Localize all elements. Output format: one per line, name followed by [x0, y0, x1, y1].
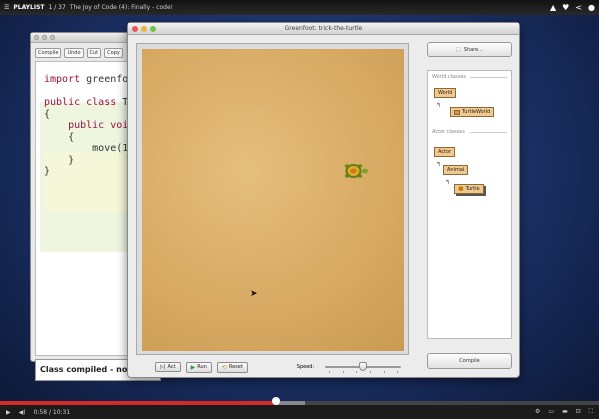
class-animal[interactable]: Animal — [443, 165, 469, 175]
section-divider — [470, 77, 507, 78]
slider-tick — [369, 371, 371, 373]
code-text: } — [44, 166, 51, 177]
cut-button[interactable]: Cut — [86, 48, 102, 58]
time-display: 0:58 / 10:31 — [33, 408, 71, 416]
code-text: move(1) — [44, 143, 135, 154]
share-label: Share... — [463, 46, 483, 53]
code-text: } — [44, 154, 75, 166]
turtle-actor[interactable] — [342, 161, 368, 181]
heart-icon[interactable]: ♥ — [562, 3, 569, 12]
code-keyword: public void — [44, 120, 135, 131]
compile-button[interactable]: Compile — [427, 353, 512, 369]
inheritance-arrow-icon: ↰ — [436, 102, 442, 109]
mouse-cursor-icon: ➤ — [250, 289, 258, 299]
thumbs-up-icon[interactable]: ▲ — [550, 3, 556, 12]
step-icon: ▷| — [160, 364, 166, 370]
world-image-icon — [454, 109, 460, 115]
slider-tick — [383, 371, 385, 373]
inheritance-arrow-icon: ↰ — [436, 161, 442, 168]
class-turtle-label: Turtle — [465, 186, 480, 192]
world-classes-label: World classes — [432, 74, 467, 80]
window-zoom-icon[interactable] — [50, 35, 55, 40]
class-turtle[interactable]: ⬤ Turtle — [454, 184, 484, 194]
slider-tick — [342, 371, 344, 373]
fullscreen-icon[interactable]: ⛶ — [589, 408, 593, 416]
slider-tick — [329, 371, 331, 373]
theater-icon[interactable]: ▬ — [562, 408, 568, 416]
class-browser: World classes World ↰ TurtleWorld Actor … — [427, 70, 512, 339]
reset-label: Reset — [228, 364, 243, 370]
share-icon[interactable]: < — [575, 3, 582, 12]
gear-icon[interactable]: ⚙ — [535, 408, 540, 416]
volume-icon[interactable]: ◀) — [19, 409, 26, 416]
inheritance-arrow-icon: ↰ — [445, 179, 451, 186]
greenfoot-titlebar[interactable]: Greenfoot: trick-the-turtle — [128, 23, 519, 35]
undo-button[interactable]: Undo — [64, 48, 84, 58]
execution-controls: ▷| Act ▶ Run ⟲ Reset Speed: — [136, 359, 409, 375]
code-text: { — [44, 131, 75, 143]
subtitles-icon[interactable]: ▭ — [548, 408, 554, 416]
playlist-label[interactable]: PLAYLIST — [13, 4, 44, 11]
playlist-icon[interactable]: ☰ — [4, 4, 9, 11]
act-label: Act — [167, 364, 176, 370]
copy-button[interactable]: Copy — [104, 48, 123, 58]
share-button[interactable]: ⬚ Share... — [427, 42, 512, 57]
progress-scrubber[interactable] — [271, 397, 280, 405]
code-keyword: import — [44, 74, 81, 85]
window-close-icon[interactable] — [34, 35, 39, 40]
code-keyword: public class — [44, 97, 117, 108]
video-top-bar: ☰ PLAYLIST 1 / 37 The Joy of Code (4): F… — [0, 0, 599, 15]
class-turtleworld[interactable]: TurtleWorld — [450, 107, 495, 117]
greenfoot-window[interactable]: Greenfoot: trick-the-turtle ➤ ▷| Act ▶ R… — [127, 22, 520, 378]
speed-slider-thumb[interactable] — [359, 362, 368, 371]
video-title[interactable]: The Joy of Code (4): Finally - code! — [70, 4, 173, 11]
reset-button[interactable]: ⟲ Reset — [216, 361, 248, 373]
speed-label: Speed: — [296, 364, 315, 370]
compile-editor-button[interactable]: Compile — [35, 48, 62, 58]
slider-tick — [397, 371, 399, 373]
window-title: Greenfoot: trick-the-turtle — [284, 25, 363, 32]
class-actor[interactable]: Actor — [434, 147, 456, 157]
reset-icon: ⟲ — [221, 363, 227, 371]
cast-icon[interactable]: ⊡ — [576, 408, 581, 416]
info-icon[interactable]: ● — [588, 3, 595, 12]
section-divider — [470, 132, 507, 133]
speed-slider[interactable] — [325, 362, 402, 373]
playlist-position: 1 / 37 — [48, 4, 66, 11]
run-button[interactable]: ▶ Run — [185, 361, 212, 373]
world-frame: ➤ — [136, 43, 409, 355]
play-icon[interactable]: ▶ — [6, 409, 11, 416]
turtle-image-icon: ⬤ — [458, 186, 464, 192]
play-icon: ▶ — [190, 363, 196, 371]
act-button[interactable]: ▷| Act — [155, 362, 181, 372]
world-canvas[interactable]: ➤ — [142, 49, 404, 351]
run-label: Run — [197, 364, 207, 370]
actor-classes-label: Actor classes — [432, 129, 465, 135]
share-icon: ⬚ — [456, 46, 461, 53]
code-text: { — [44, 108, 51, 120]
window-minimize-icon[interactable] — [42, 35, 47, 40]
class-world[interactable]: World — [434, 88, 457, 98]
slider-tick — [356, 371, 358, 373]
class-turtleworld-label: TurtleWorld — [462, 109, 491, 115]
player-controls: ▶ ◀) 0:58 / 10:31 ⚙ ▭ ▬ ⊡ ⛶ — [0, 405, 599, 419]
